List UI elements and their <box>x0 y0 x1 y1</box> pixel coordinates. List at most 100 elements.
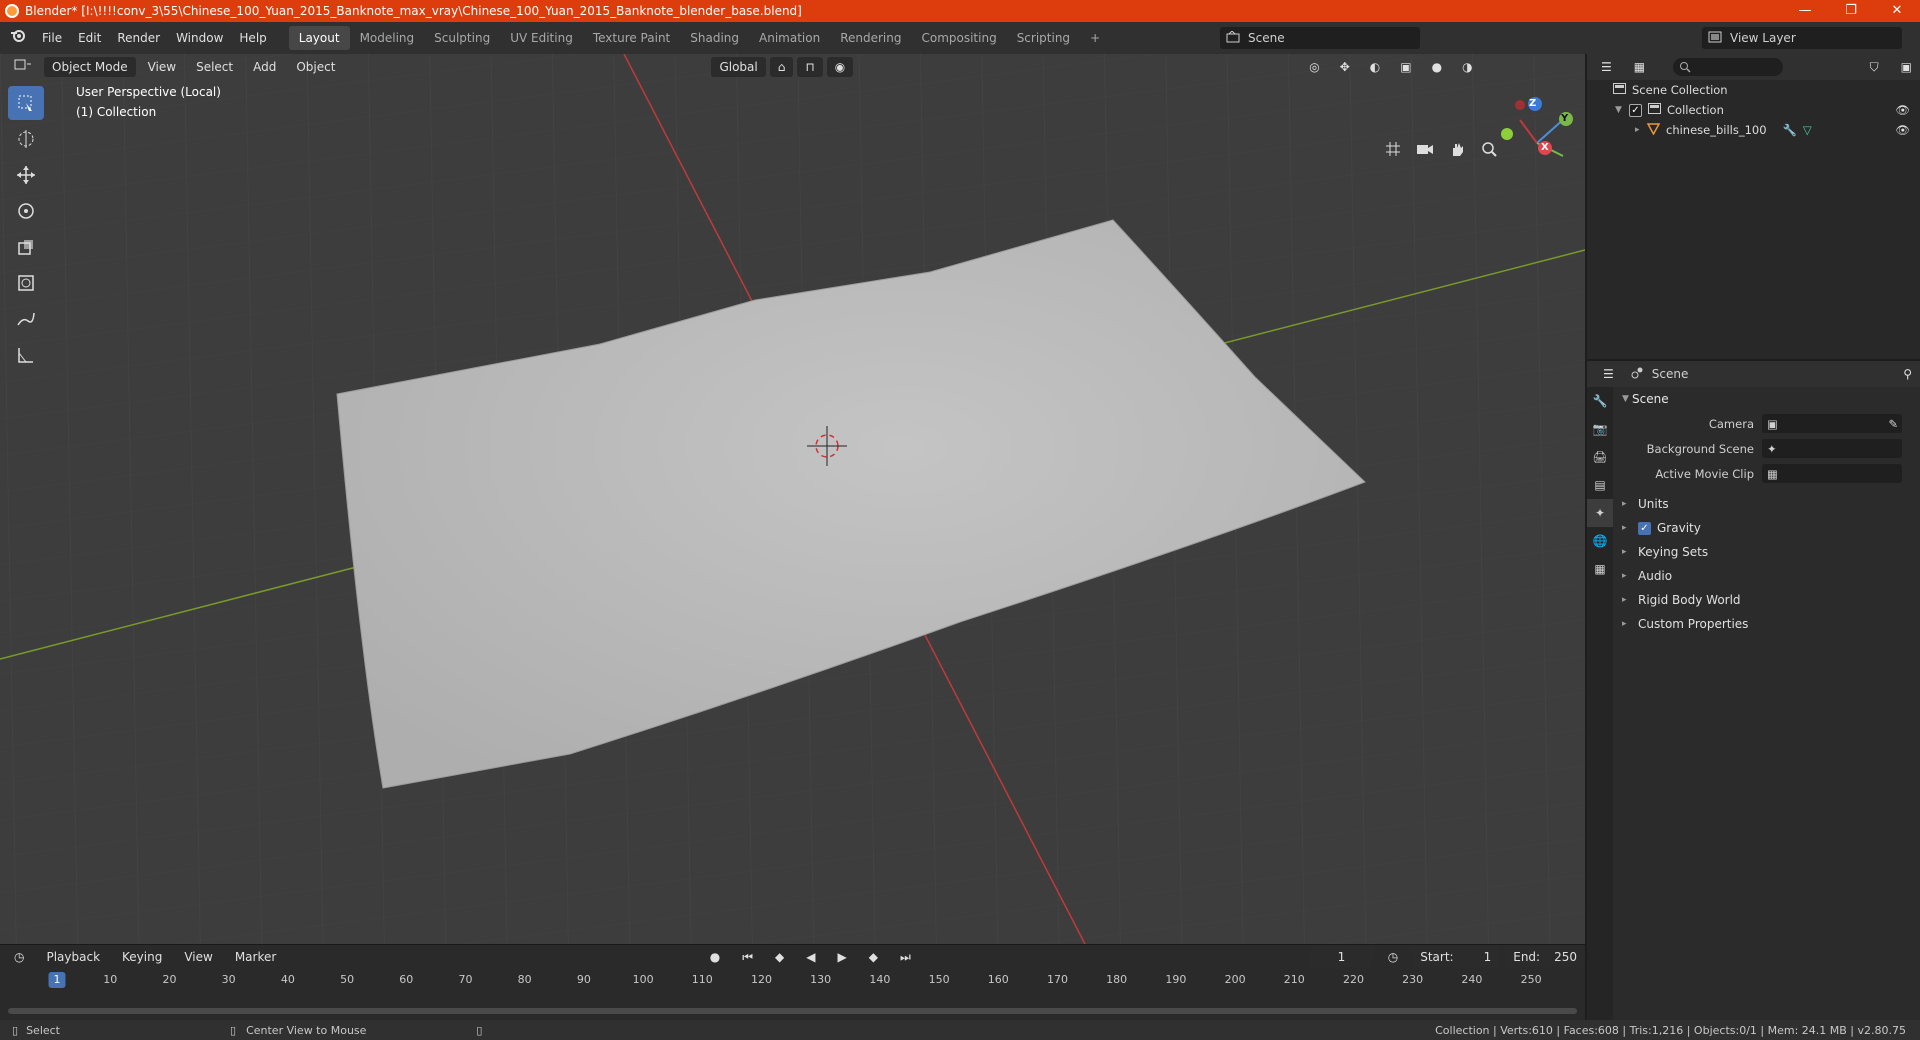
xray-icon[interactable]: ▣ <box>1392 57 1419 77</box>
menu-file[interactable]: File <box>34 22 70 54</box>
grid-toggle-icon[interactable] <box>1380 136 1406 162</box>
units-expand-icon[interactable]: ▸ <box>1622 499 1632 509</box>
jump-end-icon[interactable]: ⏭ <box>892 947 919 967</box>
display-mode-icon[interactable]: ▦ <box>1626 57 1653 77</box>
rigid-body-world-panel[interactable]: ▸ Rigid Body World <box>1614 588 1920 612</box>
timeline-editor[interactable]: ◷ Playback Keying View Marker ● ⏮ ◆ ◀ ▶ … <box>0 944 1585 1020</box>
playback-menu[interactable]: Playback <box>38 947 108 967</box>
transform-tool-icon[interactable] <box>8 266 44 300</box>
object-menu[interactable]: Object <box>288 57 343 77</box>
new-collection-icon[interactable]: ▣ <box>1893 57 1920 77</box>
annotate-tool-icon[interactable] <box>8 302 44 336</box>
object-visibility-icon[interactable]: 👁 <box>1895 123 1910 137</box>
timeline-ruler[interactable]: 1 10 20 30 40 50 60 70 80 90 100 110 120 130 140 150 16… <box>0 969 1585 993</box>
mode-dropdown[interactable]: Object Mode <box>44 57 136 77</box>
timeline-editor-type-icon[interactable]: ◷ <box>6 947 32 967</box>
outliner-search-input[interactable] <box>1673 58 1784 76</box>
eyedropper-icon[interactable]: ✎ <box>1888 417 1898 431</box>
orientation-dropdown[interactable]: Global <box>711 57 766 77</box>
zoom-icon[interactable] <box>1476 136 1502 162</box>
proportional-edit-icon[interactable]: ◉ <box>826 57 854 77</box>
gravity-expand-icon[interactable]: ▸ <box>1622 523 1632 533</box>
tab-scripting[interactable]: Scripting <box>1007 26 1080 50</box>
gravity-panel[interactable]: ▸ ✓ Gravity <box>1614 516 1920 540</box>
current-frame-field[interactable]: 1 <box>1309 947 1374 967</box>
view-layer-tab-icon[interactable]: ▤ <box>1587 471 1613 499</box>
rotate-tool-icon[interactable] <box>8 194 44 228</box>
start-frame-field[interactable]: Start: 1 <box>1412 947 1500 967</box>
texture-tab-icon[interactable]: ▦ <box>1587 555 1613 583</box>
rigid-body-world-expand-icon[interactable]: ▸ <box>1622 595 1632 605</box>
select-box-tool-icon[interactable] <box>8 86 44 120</box>
shading-solid-icon[interactable]: ● <box>1424 57 1450 77</box>
collection-row[interactable]: ▼ ✓ Collection 👁 <box>1587 100 1920 120</box>
select-menu[interactable]: Select <box>188 57 241 77</box>
active-movie-clip-field[interactable]: ▦ <box>1762 464 1902 483</box>
end-frame-field[interactable]: End: 250 <box>1505 947 1585 967</box>
tab-animation[interactable]: Animation <box>749 26 830 50</box>
scene-selector[interactable]: Scene <box>1220 27 1420 49</box>
viewport-canvas[interactable] <box>0 54 1585 944</box>
menu-render[interactable]: Render <box>109 22 168 54</box>
prev-keyframe-icon[interactable]: ◆ <box>767 947 792 967</box>
keying-sets-panel[interactable]: ▸ Keying Sets <box>1614 540 1920 564</box>
3d-viewport[interactable]: Z Y X Object Mode View Select Add Object… <box>0 54 1585 944</box>
gizmo-toggle-icon[interactable]: ✥ <box>1332 57 1358 77</box>
tab-modeling[interactable]: Modeling <box>350 26 425 50</box>
audio-panel[interactable]: ▸ Audio <box>1614 564 1920 588</box>
output-tab-icon[interactable]: 🖨 <box>1587 443 1613 471</box>
scale-tool-icon[interactable] <box>8 230 44 264</box>
mesh-data-icon[interactable]: ▽ <box>1803 123 1812 137</box>
measure-tool-icon[interactable] <box>8 338 44 372</box>
tab-uv-editing[interactable]: UV Editing <box>500 26 583 50</box>
keying-sets-expand-icon[interactable]: ▸ <box>1622 547 1632 557</box>
record-icon[interactable]: ● <box>702 947 728 967</box>
menu-edit[interactable]: Edit <box>70 22 109 54</box>
view-layer-selector[interactable]: View Layer <box>1702 27 1902 49</box>
scene-panel-header[interactable]: ▼ Scene <box>1614 387 1920 411</box>
background-scene-field[interactable]: ✦ <box>1762 439 1902 458</box>
visibility-icon[interactable]: ◎ <box>1301 57 1327 77</box>
maximize-button[interactable]: ❐ <box>1828 0 1874 22</box>
camera-view-icon[interactable] <box>1412 136 1438 162</box>
move-tool-icon[interactable] <box>8 158 44 192</box>
audio-expand-icon[interactable]: ▸ <box>1622 571 1632 581</box>
properties-editor-type-icon[interactable]: ☰ <box>1595 364 1622 384</box>
object-row[interactable]: ▸ chinese_bills_100 🔧 ▽ 👁 <box>1587 120 1920 140</box>
pivot-icon[interactable]: ⌂ <box>769 57 794 77</box>
tool-tab-icon[interactable]: 🔧 <box>1587 387 1613 415</box>
add-menu[interactable]: Add <box>245 57 284 77</box>
tab-shading[interactable]: Shading <box>680 26 749 50</box>
timeline-view-menu[interactable]: View <box>176 947 220 967</box>
render-tab-icon[interactable]: 📷 <box>1587 415 1613 443</box>
snap-icon[interactable]: ⊓ <box>797 57 823 77</box>
tab-layout[interactable]: Layout <box>288 26 350 50</box>
timeline-scrollbar[interactable] <box>8 1008 1577 1014</box>
overlay-icon[interactable]: ◐ <box>1362 57 1388 77</box>
tab-texture-paint[interactable]: Texture Paint <box>583 26 680 50</box>
cursor-tool-icon[interactable] <box>8 122 44 156</box>
pin-icon[interactable]: ⚲ <box>1895 364 1920 384</box>
editor-type-icon[interactable] <box>6 57 40 77</box>
modifier-wrench-icon[interactable]: 🔧 <box>1783 123 1797 137</box>
next-keyframe-icon[interactable]: ◆ <box>861 947 886 967</box>
close-button[interactable]: ✕ <box>1874 0 1920 22</box>
custom-properties-expand-icon[interactable]: ▸ <box>1622 619 1632 629</box>
units-panel[interactable]: ▸ Units <box>1614 492 1920 516</box>
object-expand-icon[interactable]: ▸ <box>1635 125 1645 135</box>
scene-panel-expand-icon[interactable]: ▼ <box>1622 394 1632 404</box>
clock-icon[interactable]: ◷ <box>1380 947 1406 967</box>
camera-field[interactable]: ▣ ✎ <box>1762 414 1902 433</box>
play-icon[interactable]: ▶ <box>829 947 854 967</box>
blender-menu-icon[interactable] <box>0 22 34 54</box>
playhead-frame[interactable]: 1 <box>48 972 66 988</box>
pan-hand-icon[interactable] <box>1444 136 1470 162</box>
tab-sculpting[interactable]: Sculpting <box>424 26 500 50</box>
menu-help[interactable]: Help <box>231 22 274 54</box>
shading-material-icon[interactable]: ◑ <box>1454 57 1480 77</box>
jump-start-icon[interactable]: ⏮ <box>734 947 761 967</box>
gravity-checkbox[interactable]: ✓ <box>1638 521 1651 535</box>
filter-icon[interactable]: ⛉ <box>1862 57 1887 77</box>
custom-properties-panel[interactable]: ▸ Custom Properties <box>1614 612 1920 636</box>
collection-expand-icon[interactable]: ▼ <box>1615 105 1625 115</box>
